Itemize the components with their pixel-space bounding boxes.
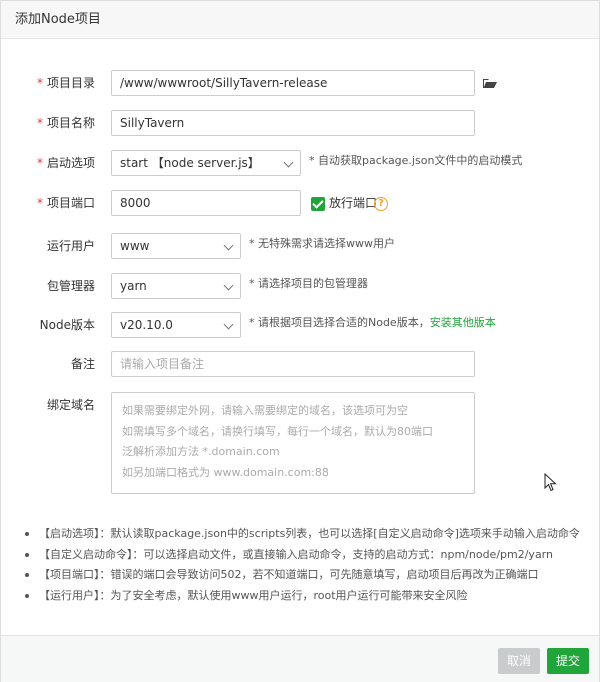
domain-textarea[interactable]: 如果需要绑定外网，请输入需要绑定的域名，该选项可为空 如需填写多个域名，请换行填… xyxy=(111,392,475,494)
help-icon[interactable]: ? xyxy=(374,197,388,211)
domain-placeholder-line: 如另加端口格式为 www.domain.com:88 xyxy=(122,465,329,479)
dialog-footer: 取消 提交 xyxy=(1,635,599,682)
domain-placeholder-line: 泛解析添加方法 *.domain.com xyxy=(122,445,280,458)
node-version-value: v20.10.0 xyxy=(120,318,173,332)
package-manager-hint: * 请选择项目的包管理器 xyxy=(249,277,368,290)
mouse-cursor-icon xyxy=(544,473,557,492)
folder-open-icon[interactable] xyxy=(483,78,497,88)
remark-input[interactable]: 请输入项目备注 xyxy=(111,351,475,377)
package-manager-label: 包管理器 xyxy=(46,279,95,293)
help-note-item: 【项目端口】：错误的端口会导致访问502，若不知道端口，可先随意填写，启动项目后… xyxy=(23,565,580,586)
node-version-label: Node版本 xyxy=(39,318,95,332)
project-name-input[interactable]: SillyTavern xyxy=(111,110,475,136)
project-dir-input[interactable]: /www/wwwroot/SillyTavern-release xyxy=(111,70,475,96)
remark-label: 备注 xyxy=(70,357,95,371)
project-dir-label: * 项目目录 xyxy=(36,76,95,90)
domain-placeholder-line: 如果需要绑定外网，请输入需要绑定的域名，该选项可为空 xyxy=(122,404,408,417)
domain-label: 绑定域名 xyxy=(46,398,95,412)
required-mark: * xyxy=(36,196,43,210)
help-note-item: 【启动选项】：默认读取package.json中的scripts列表，也可以选择… xyxy=(23,524,580,545)
start-option-hint: * 自动获取package.json文件中的启动模式 xyxy=(309,154,523,167)
required-mark: * xyxy=(36,156,43,170)
node-version-select[interactable]: v20.10.0 xyxy=(111,312,241,338)
project-name-label: * 项目名称 xyxy=(36,116,95,130)
start-option-label: * 启动选项 xyxy=(36,156,95,170)
node-version-hint-text: * 请根据项目选择合适的Node版本， xyxy=(249,316,430,329)
start-option-value: start 【node server.js】 xyxy=(120,156,260,170)
package-manager-value: yarn xyxy=(120,279,147,293)
project-port-input[interactable]: 8000 xyxy=(111,190,301,216)
required-mark: * xyxy=(36,76,43,90)
open-port-label: 放行端口 xyxy=(329,196,378,210)
open-port-checkbox[interactable] xyxy=(311,197,325,211)
required-mark: * xyxy=(36,116,43,130)
chevron-down-icon xyxy=(223,240,234,251)
install-other-version-link[interactable]: 安装其他版本 xyxy=(430,316,496,329)
cancel-button[interactable]: 取消 xyxy=(498,648,540,674)
domain-placeholder-line: 如需填写多个域名，请换行填写，每行一个域名，默认为80端口 xyxy=(122,424,433,438)
chevron-down-icon xyxy=(223,319,234,330)
submit-button[interactable]: 提交 xyxy=(547,648,589,674)
project-port-label: * 项目端口 xyxy=(36,196,95,210)
run-user-value: www xyxy=(120,239,150,253)
help-note-item: 【运行用户】：为了安全考虑，默认使用www用户运行，root用户运行可能带来安全… xyxy=(23,586,580,607)
package-manager-select[interactable]: yarn xyxy=(111,273,241,299)
add-node-project-dialog: 添加Node项目 * 项目目录 /www/wwwroot/SillyTavern-… xyxy=(0,0,600,682)
help-notes-list: 【启动选项】：默认读取package.json中的scripts列表，也可以选择… xyxy=(23,524,580,607)
start-option-select[interactable]: start 【node server.js】 xyxy=(111,150,301,176)
run-user-label: 运行用户 xyxy=(46,239,95,253)
chevron-down-icon xyxy=(283,157,294,168)
dialog-title: 添加Node项目 xyxy=(1,1,599,39)
run-user-select[interactable]: www xyxy=(111,233,241,259)
node-version-hint: * 请根据项目选择合适的Node版本，安装其他版本 xyxy=(249,310,496,336)
chevron-down-icon xyxy=(223,280,234,291)
help-note-item: 【自定义启动命令】：可以选择启动文件，或直接输入启动命令，支持的启动方式：npm… xyxy=(23,545,580,566)
run-user-hint: * 无特殊需求请选择www用户 xyxy=(249,237,395,250)
